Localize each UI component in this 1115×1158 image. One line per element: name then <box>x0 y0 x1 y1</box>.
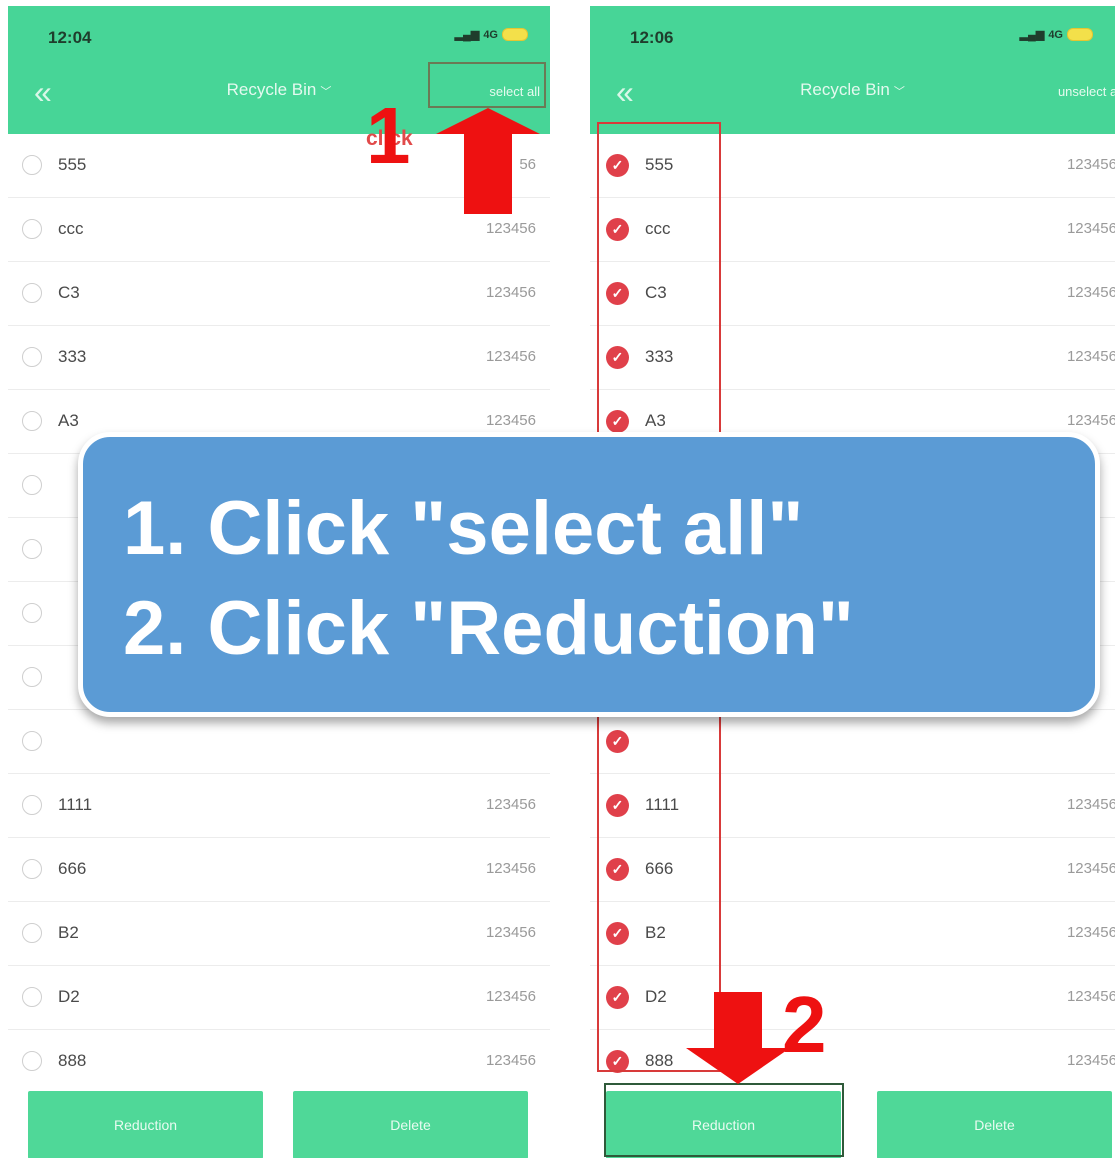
item-code: 123456 <box>485 924 536 941</box>
list-item[interactable]: 333 123456 <box>8 326 550 390</box>
item-name: 888 <box>58 1051 87 1070</box>
item-code: 123456 <box>1066 796 1115 813</box>
item-code: 123456 <box>1066 860 1115 877</box>
unchecked-circle-icon[interactable] <box>22 283 42 303</box>
step-2-number: 2 <box>782 980 827 1069</box>
network-label: 4G <box>483 28 498 41</box>
unchecked-circle-icon[interactable] <box>22 1051 42 1071</box>
signal-indicator: ▂▄▆ 4G <box>455 28 528 41</box>
reduction-button-highlight <box>604 1083 844 1157</box>
signal-icon: ▂▄▆ <box>1019 29 1045 41</box>
unchecked-circle-icon[interactable] <box>22 667 42 687</box>
item-code: 123456 <box>485 1052 536 1069</box>
item-name: 555 <box>58 155 87 174</box>
delete-button[interactable]: Delete <box>877 1091 1112 1158</box>
unselect-all-button[interactable]: unselect all <box>1058 84 1115 99</box>
unchecked-circle-icon[interactable] <box>22 475 42 495</box>
title-label: Recycle Bin <box>226 80 317 99</box>
status-bar: 12:06 ▂▄▆ 4G <box>590 6 1115 62</box>
item-name: D2 <box>58 987 80 1006</box>
unchecked-circle-icon[interactable] <box>22 731 42 751</box>
chevron-down-icon: ﹀ <box>893 86 905 98</box>
instruction-step-1: 1. Click "select all" <box>123 486 804 571</box>
unchecked-circle-icon[interactable] <box>22 987 42 1007</box>
item-code: 123456 <box>485 796 536 813</box>
unchecked-circle-icon[interactable] <box>22 539 42 559</box>
list-item[interactable]: 1111 123456 <box>8 774 550 838</box>
arrow-up-icon <box>436 108 540 214</box>
reduction-button[interactable]: Reduction <box>28 1091 263 1158</box>
item-code: 123456 <box>1066 220 1115 237</box>
unchecked-circle-icon[interactable] <box>22 603 42 623</box>
list-item[interactable]: B2 123456 <box>8 902 550 966</box>
bottom-action-bar: Reduction Delete <box>8 1081 550 1158</box>
item-code: 123456 <box>485 220 536 237</box>
item-code: 123456 <box>485 988 536 1005</box>
arrow-down-icon <box>686 992 790 1084</box>
list-item[interactable]: 666 123456 <box>8 838 550 902</box>
item-code: 123456 <box>485 348 536 365</box>
status-bar: 12:04 ▂▄▆ 4G <box>8 6 550 62</box>
item-code: 123456 <box>1066 348 1115 365</box>
unchecked-circle-icon[interactable] <box>22 155 42 175</box>
item-name: ccc <box>58 219 84 238</box>
select-all-highlight <box>428 62 546 108</box>
list-item[interactable]: D2 123456 <box>8 966 550 1030</box>
network-label: 4G <box>1048 28 1063 41</box>
instruction-step-2: 2. Click "Reduction" <box>123 586 854 671</box>
page-title[interactable]: Recycle Bin ﹀ <box>590 80 1115 100</box>
item-code: 123456 <box>1066 924 1115 941</box>
item-code: 123456 <box>1066 156 1115 173</box>
step-1-number: 1 <box>366 91 411 180</box>
signal-icon: ▂▄▆ <box>454 29 480 41</box>
clock: 12:04 <box>48 28 92 47</box>
list-item[interactable]: C3 123456 <box>8 262 550 326</box>
unchecked-circle-icon[interactable] <box>22 219 42 239</box>
list-item[interactable] <box>8 710 550 774</box>
item-name: C3 <box>58 283 80 302</box>
item-code: 123456 <box>1066 284 1115 301</box>
item-name: B2 <box>58 923 79 942</box>
item-code: 123456 <box>485 412 536 429</box>
instruction-callout: 1. Click "select all" 2. Click "Reductio… <box>78 432 1100 717</box>
unchecked-circle-icon[interactable] <box>22 347 42 367</box>
unchecked-circle-icon[interactable] <box>22 923 42 943</box>
item-name: 333 <box>58 347 87 366</box>
battery-icon <box>1067 28 1093 41</box>
unchecked-circle-icon[interactable] <box>22 795 42 815</box>
item-name: A3 <box>58 411 79 430</box>
item-name: 1111 <box>58 795 93 814</box>
clock: 12:06 <box>630 28 674 47</box>
item-code: 123456 <box>1066 988 1115 1005</box>
item-code: 123456 <box>1066 1052 1115 1069</box>
chevron-down-icon: ﹀ <box>320 86 332 98</box>
battery-icon <box>502 28 528 41</box>
item-code: 123456 <box>485 284 536 301</box>
item-name: 666 <box>58 859 87 878</box>
item-code: 123456 <box>1066 412 1115 429</box>
signal-indicator: ▂▄▆ 4G <box>1020 28 1093 41</box>
unchecked-circle-icon[interactable] <box>22 859 42 879</box>
unchecked-circle-icon[interactable] <box>22 411 42 431</box>
delete-button[interactable]: Delete <box>293 1091 528 1158</box>
item-code: 123456 <box>485 860 536 877</box>
title-label: Recycle Bin <box>800 80 890 99</box>
